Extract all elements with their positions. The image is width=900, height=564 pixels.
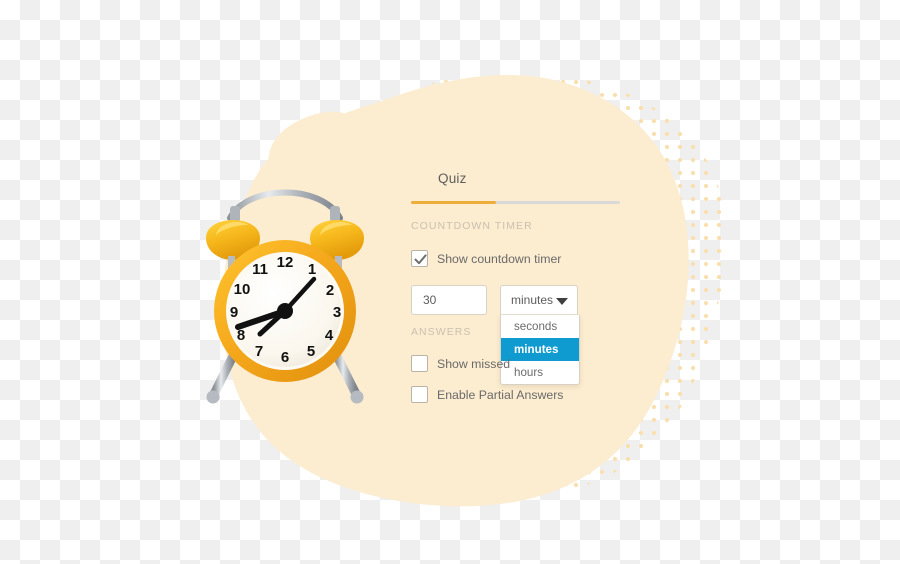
checkbox-label-show-missed: Show missed <box>437 356 511 371</box>
duration-field-row: minutes seconds minutes hours <box>411 285 580 385</box>
unit-select[interactable]: minutes seconds minutes hours <box>500 285 580 385</box>
tab-underline-active <box>411 201 496 204</box>
svg-text:1: 1 <box>308 261 316 278</box>
svg-text:7: 7 <box>255 343 263 360</box>
checkbox-row-show-countdown-timer[interactable]: Show countdown timer <box>411 250 561 267</box>
section-answers: ANSWERS <box>405 326 471 338</box>
tab-quiz[interactable]: Quiz <box>438 171 467 186</box>
option-seconds[interactable]: seconds <box>501 315 579 338</box>
checkbox-label-enable-partial-answers: Enable Partial Answers <box>437 387 564 402</box>
option-minutes[interactable]: minutes <box>501 338 579 361</box>
alarm-clock-illustration: 12 1 2 3 4 5 6 7 8 9 10 11 <box>206 189 364 404</box>
svg-text:2: 2 <box>326 282 334 299</box>
svg-text:3: 3 <box>333 304 341 321</box>
checkmark-icon <box>414 254 427 265</box>
section-title-answers: ANSWERS <box>411 326 472 338</box>
option-hours[interactable]: hours <box>501 361 579 384</box>
checkbox-enable-partial-answers[interactable] <box>411 386 428 403</box>
svg-text:4: 4 <box>325 327 334 344</box>
checkbox-show-countdown-timer[interactable] <box>411 250 428 267</box>
checkbox-show-missed[interactable] <box>411 355 428 372</box>
tab-bar: Quiz <box>405 168 635 206</box>
unit-select-head[interactable]: minutes <box>500 285 578 315</box>
svg-text:12: 12 <box>277 254 294 271</box>
unit-select-options[interactable]: seconds minutes hours <box>500 315 580 385</box>
section-countdown-timer: COUNTDOWN TIMER <box>405 220 533 232</box>
svg-text:11: 11 <box>252 261 268 278</box>
chevron-down-icon[interactable] <box>556 298 568 305</box>
checkbox-row-show-missed[interactable]: Show missed <box>411 355 510 372</box>
svg-text:9: 9 <box>230 304 238 321</box>
checkbox-row-enable-partial-answers[interactable]: Enable Partial Answers <box>411 386 563 403</box>
section-title-countdown-timer: COUNTDOWN TIMER <box>411 220 533 232</box>
countdown-duration-input[interactable] <box>411 285 487 315</box>
svg-text:5: 5 <box>307 343 315 360</box>
svg-text:8: 8 <box>237 327 245 344</box>
unit-select-value: minutes <box>511 293 554 307</box>
quiz-settings-panel: Quiz COUNTDOWN TIMER Show countdown time… <box>405 168 635 413</box>
image-canvas: 12 1 2 3 4 5 6 7 8 9 10 11 Quiz COUNTDOW… <box>0 0 900 564</box>
checkbox-label-show-countdown-timer: Show countdown timer <box>437 251 562 266</box>
svg-text:10: 10 <box>234 281 251 298</box>
svg-text:6: 6 <box>281 349 289 366</box>
